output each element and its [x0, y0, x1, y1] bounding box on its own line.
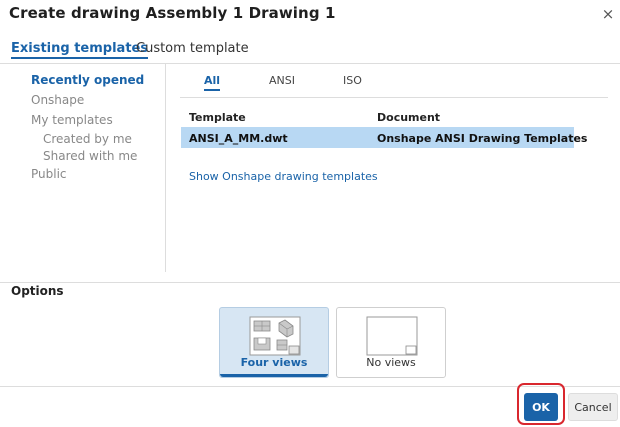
- options-divider: [0, 282, 620, 283]
- option-label-no-views: No views: [366, 356, 416, 369]
- cell-template-name[interactable]: ANSI_A_MM.dwt: [189, 132, 288, 145]
- filter-tab-iso[interactable]: ISO: [343, 74, 362, 87]
- sidebar-item-onshape[interactable]: Onshape: [31, 93, 84, 107]
- no-views-icon: [366, 316, 418, 356]
- ok-button[interactable]: OK: [524, 393, 558, 421]
- tab-divider: [0, 63, 620, 64]
- close-icon[interactable]: ×: [600, 6, 616, 22]
- filter-divider: [180, 97, 608, 98]
- sidebar-item-shared-with-me[interactable]: Shared with me: [43, 149, 137, 163]
- column-header-template: Template: [189, 111, 246, 124]
- sidebar-item-recently-opened[interactable]: Recently opened: [31, 73, 144, 87]
- sidebar-item-public[interactable]: Public: [31, 167, 67, 181]
- filter-tab-ansi[interactable]: ANSI: [269, 74, 295, 87]
- sidebar-item-my-templates[interactable]: My templates: [31, 113, 113, 127]
- four-views-icon: [249, 316, 301, 356]
- sidebar-item-created-by-me[interactable]: Created by me: [43, 132, 132, 146]
- sidebar-divider: [165, 64, 166, 272]
- options-label: Options: [11, 284, 64, 298]
- cancel-button[interactable]: Cancel: [568, 393, 618, 421]
- option-no-views[interactable]: No views: [336, 307, 446, 378]
- dialog-title: Create drawing Assembly 1 Drawing 1: [9, 4, 336, 22]
- option-four-views[interactable]: Four views: [219, 307, 329, 378]
- show-onshape-templates-link[interactable]: Show Onshape drawing templates: [189, 170, 378, 183]
- filter-tab-all[interactable]: All: [204, 74, 221, 91]
- option-label-four-views: Four views: [240, 356, 308, 369]
- cell-document-name[interactable]: Onshape ANSI Drawing Templates: [377, 132, 587, 145]
- tab-custom-template[interactable]: Custom template: [136, 41, 249, 56]
- tab-existing-templates[interactable]: Existing templates: [11, 41, 149, 59]
- column-header-document: Document: [377, 111, 441, 124]
- selected-indicator: [220, 374, 328, 377]
